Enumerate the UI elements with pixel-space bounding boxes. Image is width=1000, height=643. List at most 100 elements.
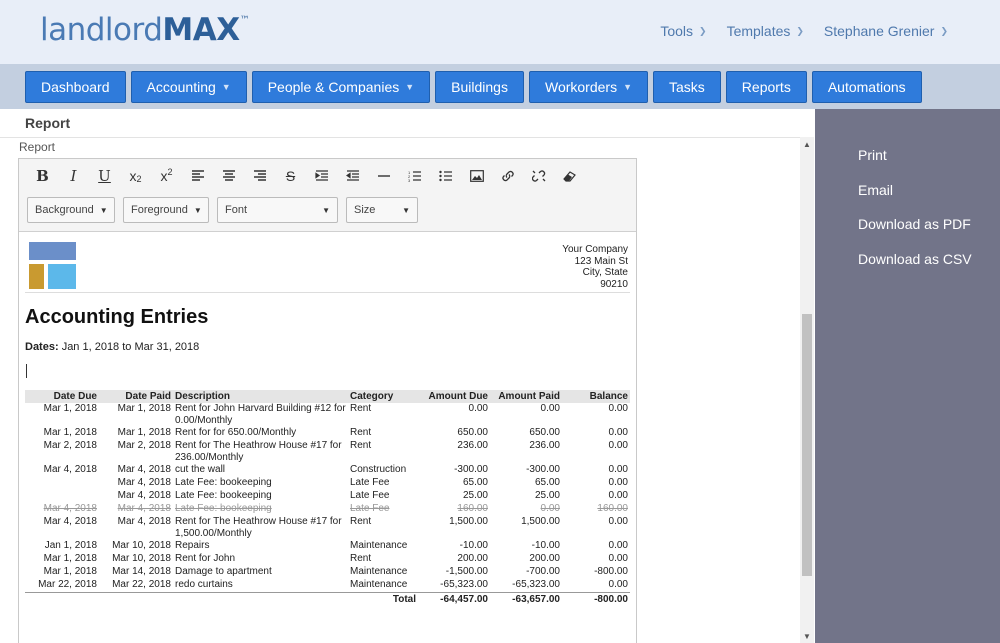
cell-amount-due: 1,500.00 [449,516,488,527]
nav-label: Reports [741,79,791,95]
scroll-down-icon[interactable]: ▼ [803,632,811,641]
align-right-icon[interactable] [244,166,275,186]
page-title: Report [25,115,71,131]
col-amount-paid: Amount Paid [490,390,562,403]
size-dropdown[interactable]: Size ▼ [346,197,418,223]
table-row: Mar 22, 2018 Mar 22, 2018 redo curtains Mai… [25,579,630,592]
cell-description: redo curtains [175,579,233,590]
cell-description: Rent for John Harvard Building #12 for 0… [175,403,346,426]
align-left-icon[interactable] [182,166,213,186]
link-icon[interactable] [492,166,523,186]
eraser-icon[interactable] [554,166,585,186]
table-row: Mar 4, 2018 Mar 4, 2018 Late Fee: bookeepi… [25,503,630,516]
italic-icon[interactable]: I [58,166,89,186]
table-row: Mar 2, 2018 Mar 2, 2018 Rent for The Heath… [25,440,630,464]
col-date-paid: Date Paid [99,390,173,403]
vertical-scrollbar[interactable]: ▲ ▼ [800,137,814,643]
chevron-down-icon: ❯ [699,25,707,36]
tools-menu[interactable]: Tools ❯ [660,23,706,39]
superscript-icon[interactable]: x2 [151,166,182,186]
report-field-label: Report [19,140,56,154]
ordered-list-icon[interactable]: 123 [399,166,430,186]
logo-text-max: MAX [162,12,240,48]
cell-description: Rent for The Heathrow House #17 for 236.… [175,440,342,463]
nav-reports-button[interactable]: Reports [725,71,807,103]
strikethrough-icon[interactable]: S [275,166,306,186]
cell-balance: 0.00 [608,553,628,564]
font-dropdown[interactable]: Font ▼ [217,197,338,223]
image-icon[interactable] [461,166,492,186]
cell-date-paid: Mar 4, 2018 [117,477,171,488]
nav-workorders-button[interactable]: Workorders ▼ [528,71,648,103]
unordered-list-icon[interactable] [430,166,461,186]
nav-label: Automations [827,79,906,95]
company-zip: 90210 [600,278,628,290]
nav-tasks-button[interactable]: Tasks [653,71,721,103]
chevron-down-icon: ▼ [221,82,231,92]
background-color-dropdown[interactable]: Background ▼ [27,197,115,223]
nav-dashboard-button[interactable]: Dashboard [25,71,126,103]
email-link[interactable]: Email [858,182,893,198]
nav-people-companies-button[interactable]: People & Companies ▼ [251,71,431,103]
company-street: 123 Main St [574,255,628,267]
caret-down-icon: ▼ [99,205,108,215]
cell-date-due: Mar 1, 2018 [43,403,97,414]
align-center-icon[interactable] [213,166,244,186]
cell-amount-due: 650.00 [457,427,488,438]
total-label: Total [348,591,418,606]
total-amount-due: -64,457.00 [418,591,490,606]
cell-date-paid: Mar 1, 2018 [117,403,171,414]
cell-balance: 0.00 [608,540,628,551]
cell-amount-paid: 0.00 [540,403,560,414]
user-menu[interactable]: Stephane Grenier ❯ [824,23,948,39]
templates-menu[interactable]: Templates ❯ [727,23,804,39]
scroll-up-icon[interactable]: ▲ [803,140,811,149]
accounting-entries-table: Date Due Date Paid Description Category … [25,390,630,606]
nav-buildings-button[interactable]: Buildings [435,71,524,103]
outdent-icon[interactable] [337,166,368,186]
cell-category: Late Fee [350,490,390,501]
cell-date-paid: Mar 2, 2018 [117,440,171,451]
company-city: City, State [582,267,628,278]
print-link[interactable]: Print [858,147,887,163]
horizontal-rule-icon[interactable] [368,166,399,186]
top-header: landlordMAX™ Tools ❯ Templates ❯ Stephane … [0,0,1000,64]
unlink-icon[interactable] [523,166,554,186]
subscript-icon[interactable]: x2 [120,166,151,186]
cell-amount-paid: -700.00 [526,566,560,577]
cell-category: Maintenance [350,566,408,577]
cell-category: Maintenance [350,540,408,551]
caret-down-icon: ▼ [402,205,410,215]
download-pdf-link[interactable]: Download as PDF [858,216,971,232]
cell-balance: 0.00 [608,403,628,414]
editor-content[interactable]: Your Company 123 Main St City, State 902… [19,232,636,643]
cell-balance: -800.00 [594,566,628,577]
cell-description: cut the wall [175,464,226,475]
cell-amount-paid: 650.00 [529,427,560,438]
underline-icon[interactable]: U [89,166,120,186]
indent-icon[interactable] [306,166,337,186]
col-description: Description [173,390,348,403]
nav-automations-button[interactable]: Automations [811,71,922,103]
foreground-color-dropdown[interactable]: Foreground ▼ [123,197,209,223]
cell-date-due: Mar 22, 2018 [38,579,97,590]
download-csv-link[interactable]: Download as CSV [858,251,972,267]
nav-label: Buildings [451,79,508,95]
table-row: Mar 1, 2018 Mar 1, 2018 Rent for for 650.0… [25,427,630,440]
report-actions-panel: Print Email Download as PDF Download as … [815,109,1000,643]
svg-text:3: 3 [408,178,411,182]
col-balance: Balance [562,390,630,403]
nav-label: Tasks [669,79,705,95]
nav-label: Accounting [146,79,216,95]
user-menu-label: Stephane Grenier [823,23,935,39]
cell-category: Construction [350,464,407,475]
logo-block-right [48,264,76,289]
scrollbar-thumb[interactable] [802,314,812,576]
cell-amount-due: -300.00 [454,464,488,475]
landlordmax-logo[interactable]: landlordMAX™ [40,12,250,48]
cell-amount-paid: 200.00 [529,553,560,564]
col-category: Category [348,390,418,403]
cell-date-paid: Mar 4, 2018 [117,503,171,514]
bold-icon[interactable]: B [27,166,58,186]
nav-accounting-button[interactable]: Accounting ▼ [130,71,247,103]
